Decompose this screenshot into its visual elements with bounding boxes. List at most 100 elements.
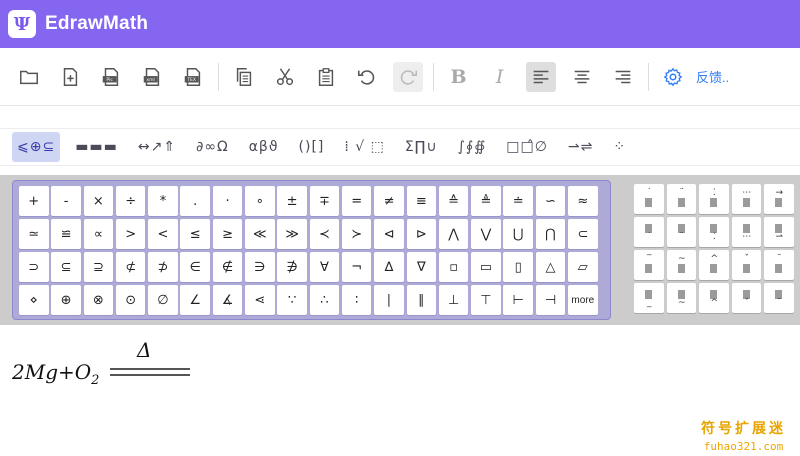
symbol-button[interactable]: . [180, 186, 210, 216]
symbol-button[interactable]: ≈ [568, 186, 598, 216]
symbol-button[interactable]: ¬ [341, 252, 372, 282]
symbol-button[interactable]: ≃ [19, 219, 49, 249]
accent-template-button[interactable]: ⁚ [699, 217, 729, 247]
symbol-button[interactable]: ∡ [212, 285, 243, 315]
symbol-button[interactable]: ∽ [535, 186, 566, 216]
feedback-link[interactable]: 反馈.. [696, 67, 729, 86]
symbol-button[interactable]: * [148, 186, 178, 216]
accent-template-button[interactable]: ˇ [731, 250, 761, 280]
undo-button[interactable] [352, 62, 382, 92]
symbol-button[interactable]: ∶ [341, 285, 372, 315]
symbol-button[interactable]: ≫ [277, 219, 307, 249]
symbol-button[interactable]: ⊢ [503, 285, 533, 315]
tab-relations[interactable]: ⩽⊕⊆ [12, 132, 61, 162]
symbol-button[interactable]: ≙ [438, 186, 469, 216]
symbol-button[interactable]: ⊕ [51, 285, 81, 315]
new-document-button[interactable] [55, 62, 85, 92]
symbol-button[interactable]: ⊂ [568, 219, 598, 249]
symbol-button[interactable]: ⊥ [438, 285, 469, 315]
settings-button[interactable] [658, 62, 688, 92]
symbol-button[interactable]: ⊆ [51, 252, 81, 282]
symbol-button[interactable]: ≜ [471, 186, 501, 216]
symbol-button[interactable]: ∉ [212, 252, 243, 282]
symbol-button[interactable]: ≡ [406, 186, 437, 216]
symbol-button[interactable]: ∀ [309, 252, 340, 282]
symbol-button[interactable]: ∇ [406, 252, 437, 282]
symbol-button[interactable]: ∝ [83, 219, 114, 249]
align-left-button[interactable] [525, 61, 556, 92]
symbol-button[interactable]: ∋ [245, 252, 275, 282]
accent-template-button[interactable]: ⇀ [764, 217, 794, 247]
symbol-button[interactable]: ⊅ [148, 252, 178, 282]
more-symbols-button[interactable]: more [568, 285, 598, 315]
symbol-button[interactable]: ▯ [503, 252, 533, 282]
accent-template-button[interactable]: ˘ [764, 250, 794, 280]
tab-misc-symbols[interactable]: ∂∞Ω [191, 132, 234, 162]
symbol-button[interactable]: ≻ [341, 219, 372, 249]
symbol-button[interactable]: ∣ [374, 285, 404, 315]
tab-greek[interactable]: αβϑ [244, 132, 284, 162]
symbol-button[interactable]: ⊄ [115, 252, 146, 282]
symbol-button[interactable]: ⊙ [115, 285, 146, 315]
symbol-button[interactable]: ⋃ [503, 219, 533, 249]
accent-template-button[interactable]: ~ [666, 250, 696, 280]
symbol-button[interactable]: ▫ [438, 252, 469, 282]
align-center-button[interactable] [567, 62, 597, 92]
symbol-button[interactable]: ≌ [51, 219, 81, 249]
symbol-button[interactable]: ∘ [245, 186, 275, 216]
open-folder-button[interactable] [14, 62, 44, 92]
bold-button[interactable]: B [443, 62, 473, 92]
tab-fractions-radicals[interactable]: ⁞ √ ⬚ [339, 132, 390, 162]
accent-template-button[interactable]: ^ [699, 250, 729, 280]
accent-template-button[interactable]: ¨ [666, 184, 696, 214]
symbol-button[interactable]: ∴ [309, 285, 340, 315]
tab-brackets[interactable]: ()[] [294, 132, 330, 162]
export-xml-button[interactable]: xml [137, 62, 167, 92]
symbol-button[interactable]: ⋁ [471, 219, 501, 249]
accent-template-button[interactable]: ~ [666, 283, 696, 313]
tab-labeled-arrows[interactable]: ⇀⇌ [563, 132, 598, 162]
symbol-button[interactable]: ⊃ [19, 252, 49, 282]
tab-sums-products[interactable]: Σ∏∪ [400, 132, 443, 162]
symbol-button[interactable]: ∅ [148, 285, 178, 315]
symbol-button[interactable]: ∵ [277, 285, 307, 315]
italic-button[interactable]: I [485, 62, 515, 92]
symbol-button[interactable]: × [83, 186, 114, 216]
symbol-button[interactable]: ∥ [406, 285, 437, 315]
symbol-button[interactable]: ± [277, 186, 307, 216]
symbol-button[interactable]: ∈ [180, 252, 210, 282]
paste-button[interactable] [311, 62, 341, 92]
symbol-button[interactable]: ⋀ [438, 219, 469, 249]
symbol-button[interactable]: ⊳ [406, 219, 437, 249]
symbol-button[interactable]: + [19, 186, 49, 216]
symbol-button[interactable]: ⋂ [535, 219, 566, 249]
symbol-button[interactable]: ⊤ [471, 285, 501, 315]
symbol-button[interactable]: ≤ [180, 219, 210, 249]
symbol-button[interactable]: ÷ [115, 186, 146, 216]
align-right-button[interactable] [608, 62, 638, 92]
accent-template-button[interactable]: ⋯ [731, 184, 761, 214]
symbol-button[interactable]: ⋖ [245, 285, 275, 315]
symbol-button[interactable]: ▭ [471, 252, 501, 282]
tab-decorations[interactable]: □□̂∅ [501, 132, 553, 162]
symbol-button[interactable]: ⊇ [83, 252, 114, 282]
export-pic-button[interactable]: Pic [96, 62, 126, 92]
tab-integrals[interactable]: ∫∮∯ [453, 132, 492, 162]
symbol-button[interactable]: ∠ [180, 285, 210, 315]
symbol-button[interactable]: ≥ [212, 219, 243, 249]
symbol-button[interactable]: - [51, 186, 81, 216]
tab-matrices[interactable]: ⁘ [608, 132, 631, 162]
symbol-button[interactable]: ≺ [309, 219, 340, 249]
symbol-button[interactable]: ▱ [568, 252, 598, 282]
accent-template-button[interactable]: _ [634, 283, 664, 313]
accent-template-button[interactable]: ˙ [634, 217, 664, 247]
symbol-button[interactable]: < [148, 219, 178, 249]
accent-template-button[interactable]: ^ [699, 283, 729, 313]
accent-template-button[interactable]: ⋯ [731, 217, 761, 247]
symbol-button[interactable]: △ [535, 252, 566, 282]
symbol-button[interactable]: ∌ [277, 252, 307, 282]
symbol-button[interactable]: ⊗ [83, 285, 114, 315]
accent-template-button[interactable]: → [764, 184, 794, 214]
symbol-button[interactable]: ≐ [503, 186, 533, 216]
tab-spaces[interactable]: ▬▬▬ [70, 132, 123, 162]
